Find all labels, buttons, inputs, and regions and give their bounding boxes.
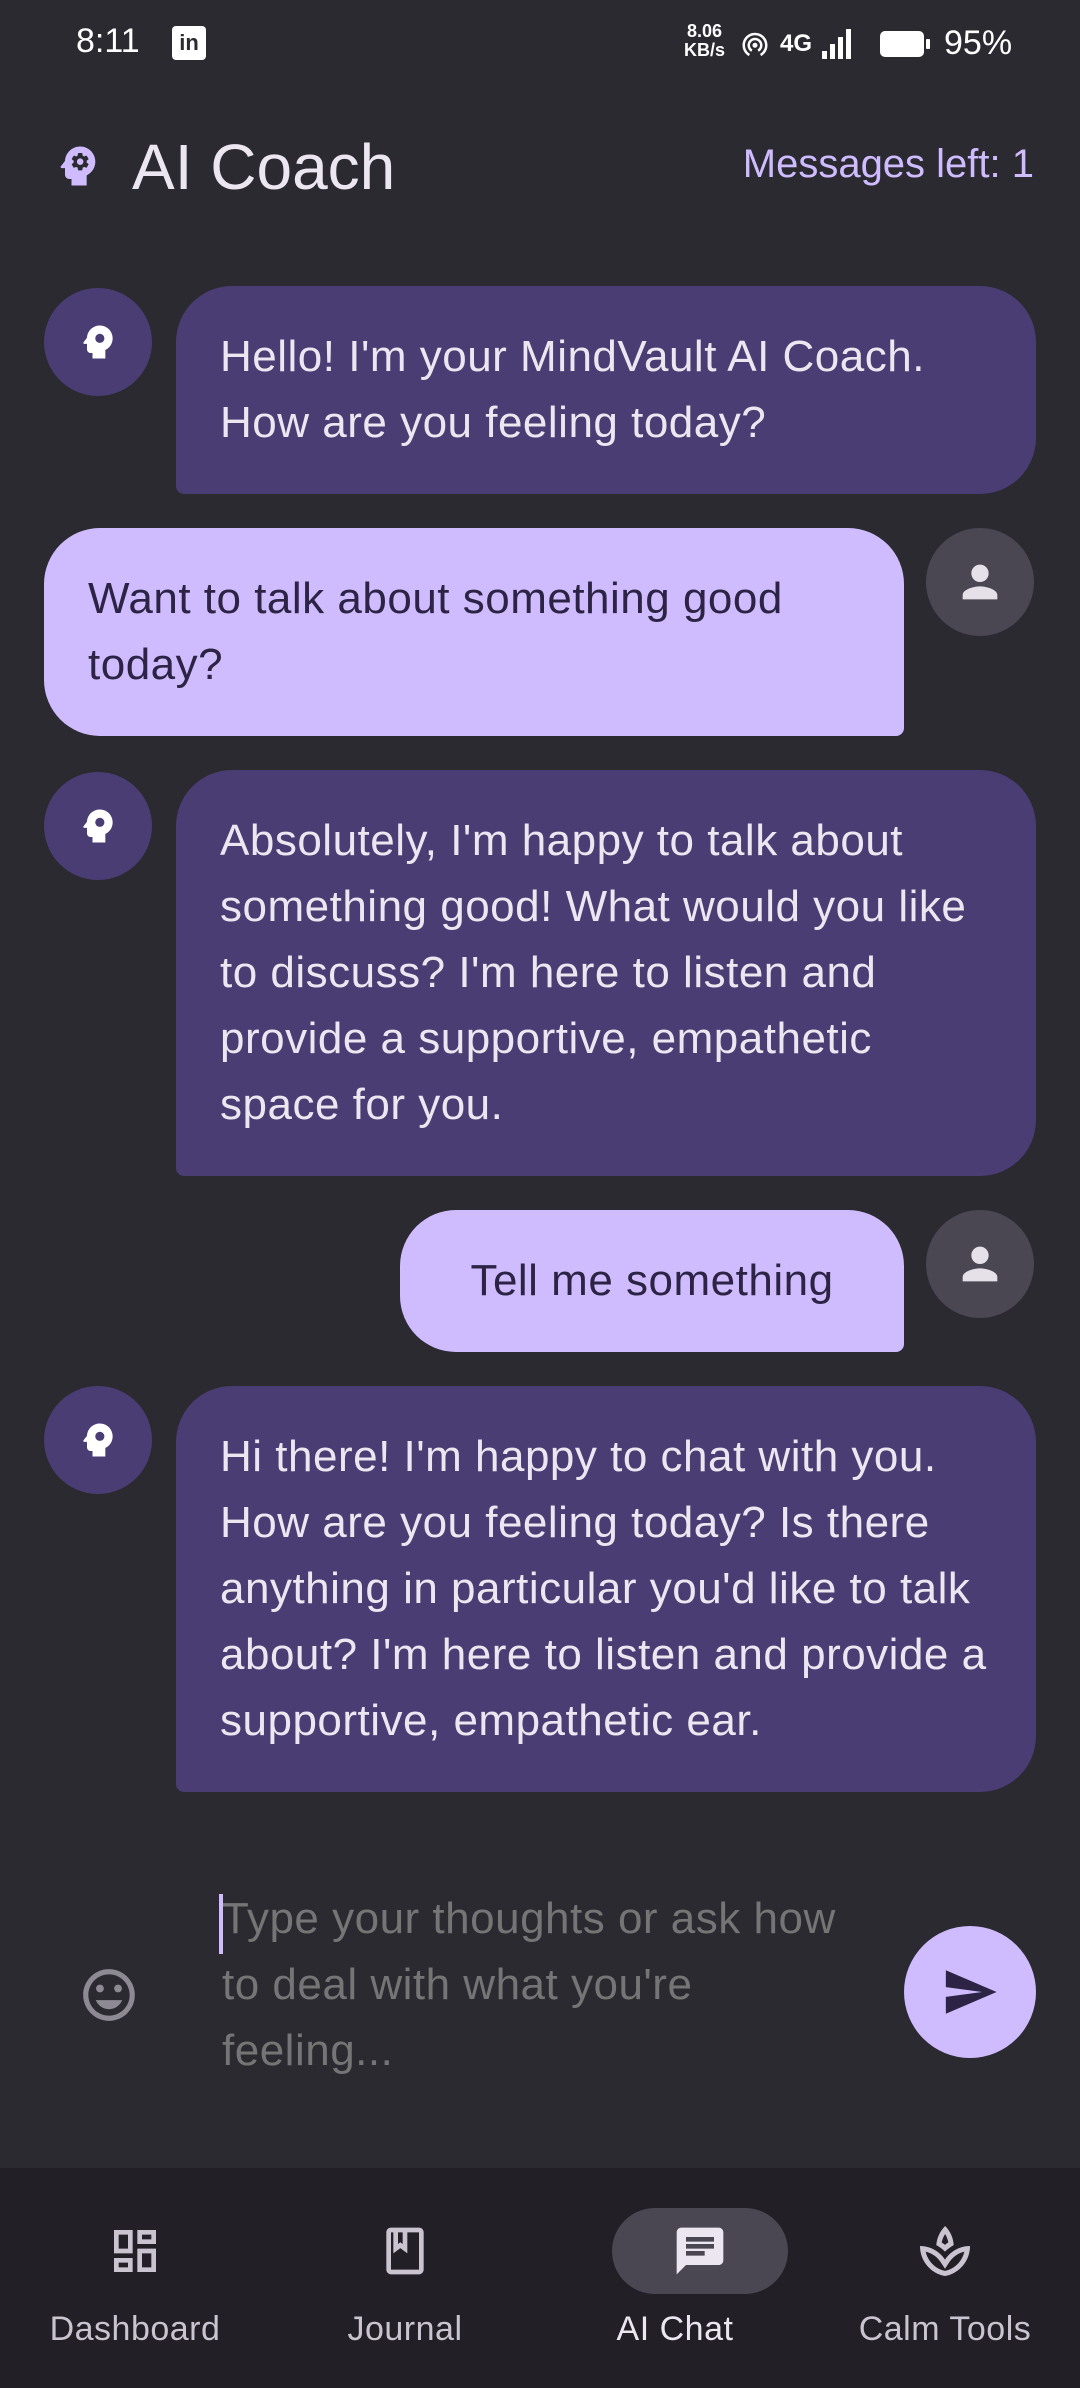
bottom-navigation: Dashboard Journal AI Chat Calm Tools <box>0 2168 1080 2388</box>
head-gear-icon <box>83 325 113 359</box>
chat-icon <box>676 2227 724 2275</box>
nav-label: Dashboard <box>49 2310 221 2348</box>
head-gear-icon <box>83 1423 113 1457</box>
nav-item-calm-tools[interactable]: Calm Tools <box>810 2168 1080 2388</box>
nav-icon-container <box>77 2208 193 2294</box>
user-avatar <box>926 528 1034 636</box>
network-speed-unit: KB/s <box>684 40 726 60</box>
battery-icon <box>880 30 931 57</box>
send-icon <box>945 1970 997 2014</box>
network-speed: 8.06 KB/s <box>684 22 725 60</box>
network-type: 4G <box>780 29 813 57</box>
message-input[interactable] <box>220 1884 864 2108</box>
status-icons: 4G 95% <box>740 24 1012 63</box>
signal-icon <box>822 28 852 59</box>
bot-avatar <box>44 772 152 880</box>
nav-item-dashboard[interactable]: Dashboard <box>0 2168 270 2388</box>
nav-item-ai-chat[interactable]: AI Chat <box>540 2168 810 2388</box>
nav-icon-container <box>612 2208 788 2294</box>
messages-left-counter: Messages left: 1 <box>742 142 1034 186</box>
nav-label: AI Chat <box>616 2310 734 2348</box>
spa-icon <box>920 2226 970 2276</box>
app-bar: AI Coach Messages left: 1 <box>0 110 1080 220</box>
dashboard-icon <box>114 2230 156 2272</box>
message-composer <box>0 1816 1080 2168</box>
emoji-icon[interactable] <box>78 1964 140 2026</box>
chat-message-bot: Hello! I'm your MindVault AI Coach. How … <box>176 286 1036 494</box>
bot-avatar <box>44 1386 152 1494</box>
status-bar: 8:11 in 8.06 KB/s 4G 95% <box>0 0 1080 90</box>
page-title: AI Coach <box>132 131 396 203</box>
nav-icon-container <box>887 2208 1003 2294</box>
user-avatar <box>926 1210 1034 1318</box>
nav-icon-container <box>347 2208 463 2294</box>
nav-item-journal[interactable]: Journal <box>270 2168 540 2388</box>
chat-message-user: Want to talk about something good today? <box>44 528 904 736</box>
person-icon <box>962 564 998 600</box>
linkedin-icon: in <box>172 26 206 60</box>
status-time: 8:11 <box>76 22 140 60</box>
nav-label: Calm Tools <box>858 2310 1032 2348</box>
nav-label: Journal <box>347 2310 463 2348</box>
chat-message-bot: Absolutely, I'm happy to talk about some… <box>176 770 1036 1176</box>
chat-list[interactable]: Hello! I'm your MindVault AI Coach. How … <box>0 282 1080 1816</box>
person-icon <box>962 1246 998 1282</box>
bot-avatar <box>44 288 152 396</box>
send-button[interactable] <box>904 1926 1036 2058</box>
hotspot-icon <box>742 32 768 56</box>
head-gear-icon <box>83 809 113 843</box>
chat-message-user: Tell me something <box>400 1210 904 1352</box>
battery-percent: 95% <box>944 24 1013 62</box>
text-caret <box>219 1894 223 1954</box>
network-speed-value: 8.06 <box>686 21 723 41</box>
head-gear-icon <box>60 146 96 186</box>
book-icon <box>386 2227 424 2275</box>
chat-message-bot: Hi there! I'm happy to chat with you. Ho… <box>176 1386 1036 1792</box>
